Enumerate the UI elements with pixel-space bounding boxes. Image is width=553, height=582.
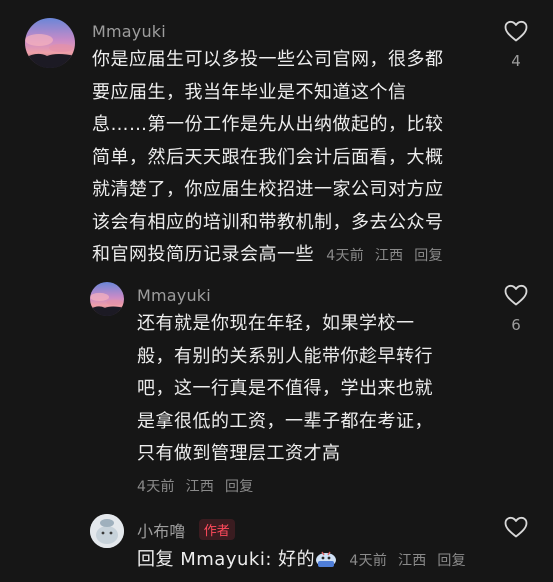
sunset-avatar-image [90,282,124,316]
location: 江西 [397,553,427,569]
avatar[interactable] [90,514,124,548]
text-line: 只有做到管理层工资才高 [137,443,341,464]
reply-button[interactable]: 回复 [437,553,466,569]
username[interactable]: 小布噜 [137,522,186,541]
comment-2: Mmayuki 还有就是你现在年轻，如果学校一 般，有别的关系别人能带你趁早转行… [0,280,553,500]
comment-text: 你是应届生可以多投一些公司官网，很多都 要应届生，我当年毕业是不知道这个信 息…… [92,44,492,273]
text-line-with-meta: 和官网投简历记录会高一些 4天前 江西 回复 [92,239,492,273]
text-line: 息……第一份工作是先从出纳做起的，比较 [92,114,444,135]
like-button[interactable]: 6 [502,284,530,334]
like-count: 4 [511,52,521,70]
text-line: 该会有相应的培训和带教机制，多去公众号 [92,211,444,233]
comment-1: Mmayuki 你是应届生可以多投一些公司官网，很多都 要应届生，我当年毕业是不… [0,0,553,280]
like-button[interactable] [502,516,530,542]
reply-prefix: 回复 [137,549,174,570]
comment-meta: 4天前 江西 回复 [349,553,472,569]
location: 江西 [185,479,215,495]
text-line: 还有就是你现在年轻，如果学校一 [137,313,415,334]
comment-text: 回复 Mmayuki: 好的 4天前 江西 回复 [137,544,517,578]
emoji-sticker-icon [315,547,337,567]
timestamp: 4天前 [349,553,388,569]
timestamp: 4天前 [326,248,365,264]
text-line: 和官网投简历记录会高一些 [92,244,314,265]
reply-button[interactable]: 回复 [414,248,443,264]
author-header: 小布噜 作者 [137,518,235,542]
author-badge: 作者 [198,519,235,540]
reply-text: 好的 [278,549,316,570]
comment-meta: 4天前 江西 回复 [326,248,449,264]
text-line: 你是应届生可以多投一些公司官网，很多都 [92,49,444,70]
cartoon-avatar-image [90,514,124,548]
like-count: 6 [511,316,521,334]
avatar[interactable] [25,18,75,68]
text-line: 吧，这一行真是不值得，学出来也就 [137,378,433,399]
text-line: 般，有别的关系别人能带你趁早转行 [137,345,433,367]
comment-3: 小布噜 作者 回复 Mmayuki: 好的 4天前 江西 回复 [0,500,553,582]
text-line: 要应届生，我当年毕业是不知道这个信 [92,81,407,103]
text-line: 是拿很低的工资，一辈子都在考证， [137,410,433,432]
heart-outline-icon [504,516,528,538]
text-line: 简单，然后天天跟在我们会计后面看，大概 [92,146,444,168]
username[interactable]: Mmayuki [92,22,166,41]
reply-button[interactable]: 回复 [225,479,254,495]
like-button[interactable]: 4 [502,20,530,70]
text-line: 就清楚了，你应届生校招进一家公司对方应 [92,179,444,200]
comment-meta: 4天前 江西 回复 [137,476,260,496]
comment-text: 还有就是你现在年轻，如果学校一 般，有别的关系别人能带你趁早转行 吧，这一行真是… [137,308,477,471]
heart-outline-icon [504,20,528,42]
location: 江西 [374,248,404,264]
mention-link[interactable]: Mmayuki: [180,549,272,570]
avatar[interactable] [90,282,124,316]
heart-outline-icon [504,284,528,306]
timestamp: 4天前 [137,479,175,495]
username[interactable]: Mmayuki [137,286,211,305]
sunset-avatar-image [25,18,75,68]
